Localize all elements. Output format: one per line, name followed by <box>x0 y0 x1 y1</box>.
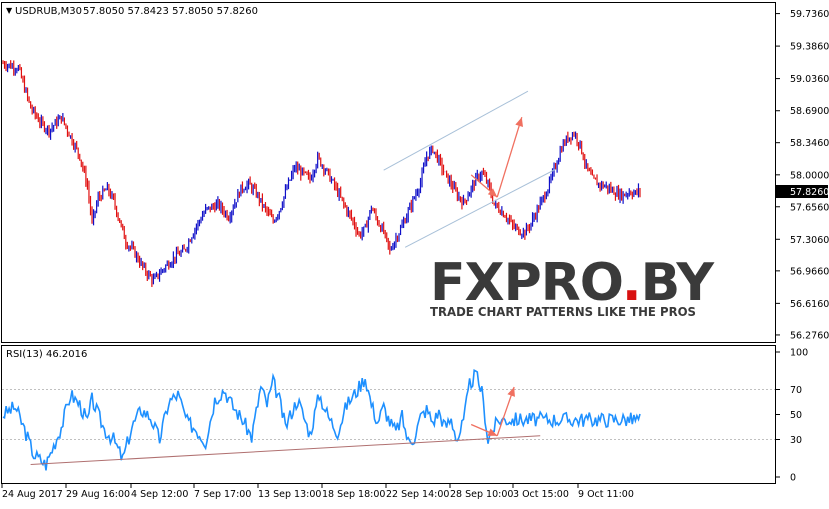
price-tick-label: 56.2760 <box>790 330 829 341</box>
price-axis: 59.7360 59.3860 59.0360 58.6900 58.3460 58.00… <box>776 9 829 341</box>
rsi-projection-arrow-up-head <box>507 387 515 397</box>
watermark-brand-end: BY <box>641 253 716 313</box>
time-tick-label: 18 Sep 18:00 <box>322 489 385 500</box>
watermark-brand: FXPRO.BY <box>430 253 715 313</box>
time-tick-label: 13 Sep 13:00 <box>258 489 321 500</box>
price-header-symbol: USDRUB,M30 <box>15 6 82 17</box>
rsi-tick-label: 100 <box>790 348 808 359</box>
rsi-tick-label: 0 <box>790 473 796 484</box>
time-tick-label: 24 Aug 2017 <box>2 489 63 500</box>
watermark-brand-red: . <box>622 253 641 313</box>
price-header-ohlc: 57.8050 57.8423 57.8050 57.8260 <box>83 6 258 17</box>
rsi-header-label: RSI(13) 46.2016 <box>6 349 87 360</box>
price-projection-arrow-up-head <box>515 117 523 128</box>
price-projection-arrow-up <box>496 117 523 198</box>
time-axis: 24 Aug 2017 29 Aug 16:00 4 Sep 12:00 7 Sep … <box>1 484 634 500</box>
time-tick-label: 9 Oct 11:00 <box>578 489 634 500</box>
time-tick-label: 3 Oct 15:00 <box>513 489 569 500</box>
time-tick-label: 28 Sep 10:00 <box>450 489 513 500</box>
rsi-tick-label: 70 <box>790 385 802 396</box>
price-tick-label: 56.6160 <box>790 299 829 310</box>
rsi-plot <box>2 369 641 471</box>
time-tick-label: 29 Aug 16:00 <box>66 489 130 500</box>
price-tick-label: 58.3460 <box>790 138 829 149</box>
channel-upper-line <box>383 90 529 171</box>
price-tick-label: 58.6900 <box>790 106 829 117</box>
rsi-axis: 100 70 50 30 0 <box>2 348 808 484</box>
price-tick-label: 59.7360 <box>790 9 829 20</box>
price-tick-label: 59.3860 <box>790 42 829 53</box>
rsi-panel-frame <box>1 345 776 484</box>
price-tick-label: 57.3060 <box>790 235 829 246</box>
time-tick-label: 7 Sep 17:00 <box>194 489 251 500</box>
price-tick-label: 56.9660 <box>790 266 829 277</box>
time-tick-label: 22 Sep 14:00 <box>386 489 449 500</box>
price-tick-label: 57.6560 <box>790 202 829 213</box>
fxpro-watermark: FXPRO.BY TRADE CHART PATTERNS LIKE THE P… <box>428 252 716 320</box>
watermark-brand-dark: FXPRO <box>430 253 622 313</box>
rsi-trendline <box>30 435 541 465</box>
price-tick-label: 58.0000 <box>790 170 829 181</box>
price-tick-label: 59.0360 <box>790 74 829 85</box>
rsi-tick-label: 50 <box>790 410 802 421</box>
price-header-triangle: ▼ <box>6 6 13 15</box>
current-price-tag: 57.8260 <box>776 185 829 198</box>
watermark-tagline: TRADE CHART PATTERNS LIKE THE PROS <box>430 305 696 319</box>
price-annotations <box>383 90 556 248</box>
chart-window: 59.7360 59.3860 59.0360 58.6900 58.3460 58.00… <box>0 0 829 505</box>
current-price-tag-text: 57.8260 <box>790 187 829 198</box>
rsi-tick-label: 30 <box>790 435 802 446</box>
time-tick-label: 4 Sep 12:00 <box>131 489 188 500</box>
rsi-line <box>2 369 641 471</box>
chart-svg: 59.7360 59.3860 59.0360 58.6900 58.3460 58.00… <box>1 2 829 500</box>
